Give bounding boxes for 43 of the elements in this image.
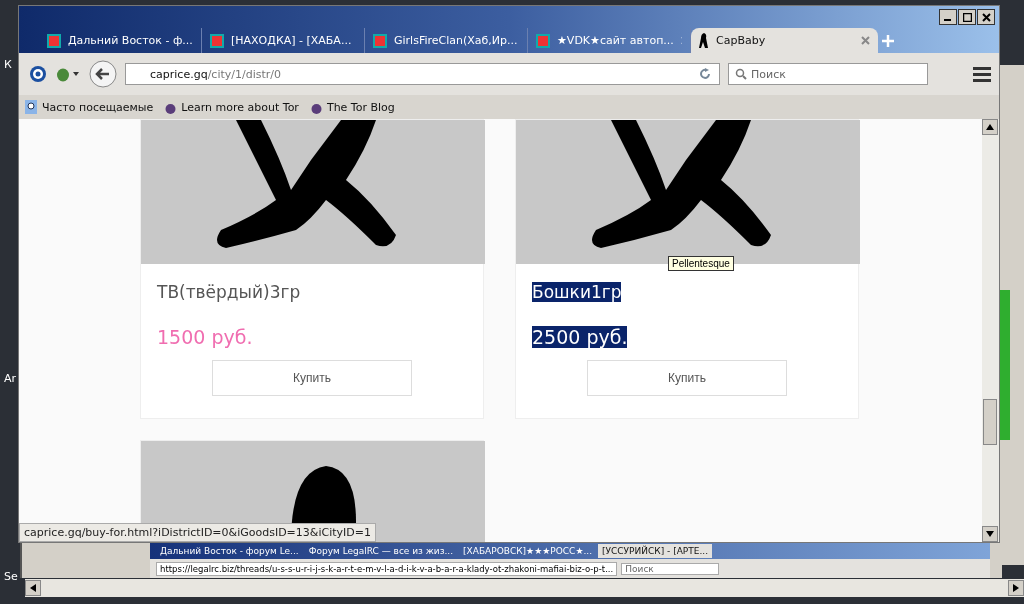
- product-name: Бошки1гр: [532, 282, 622, 302]
- minimize-button[interactable]: [939, 9, 957, 25]
- browser-tab[interactable]: Дальний Восток - форум Le...: [156, 544, 303, 558]
- bookmark-link[interactable]: The Tor Blog: [310, 100, 395, 114]
- browser-tab[interactable]: [ХАБАРОВСК]★★★РОСС★...: [459, 544, 597, 558]
- desktop-label: Se: [4, 570, 18, 583]
- maximize-button[interactable]: [958, 9, 976, 25]
- maximize-icon[interactable]: [962, 12, 972, 22]
- buy-button[interactable]: Купить: [587, 360, 787, 396]
- tooltip: Pellentesque: [668, 256, 734, 271]
- right-arrow-icon[interactable]: [1013, 584, 1019, 592]
- favicon-icon: [210, 33, 224, 48]
- figure-icon: [699, 32, 709, 49]
- browser-tab[interactable]: Форум LegalRC — все из жиз...: [304, 544, 458, 558]
- desktop-label: К: [4, 58, 12, 71]
- address-field[interactable]: https://legalrc.biz/threads/u-s-s-u-r-i-j-s-k-a-r-t-e-m-v-l-a-d-i-k-v-a-b-a-r-a-klady-ot-zhakoni-mafiai-biz-o-p-t...: [156, 561, 618, 576]
- search-field[interactable]: Поиск: [728, 63, 928, 85]
- status-link-text: caprice.gq/buy-for.html?iDistrictID=0&iGoodsID=13&iCityID=1: [19, 523, 376, 542]
- bookmark-link[interactable]: Learn more about Tor: [165, 100, 299, 114]
- up-arrow-icon[interactable]: [986, 124, 994, 130]
- product-name: ТВ(твёрдый)3гр: [157, 282, 301, 302]
- browser-tab[interactable]: [УССУРИЙСК] - [АРТЕ...: [598, 544, 712, 558]
- close-button[interactable]: [977, 9, 995, 25]
- address-text: caprice.gq/city/1/distr/0: [150, 67, 281, 81]
- desktop-label: Ar: [4, 372, 17, 385]
- browser-tab[interactable]: CapBaby: [691, 28, 878, 53]
- scroll-thumb[interactable]: [983, 399, 997, 445]
- search-field[interactable]: Поиск: [621, 562, 720, 575]
- back-button[interactable]: [89, 60, 117, 88]
- down-arrow-icon[interactable]: [986, 531, 994, 537]
- address-field[interactable]: caprice.gq/city/1/distr/0: [125, 63, 720, 85]
- favicon-icon: [373, 33, 387, 48]
- magnifier-page-icon: [25, 100, 37, 114]
- bookmark-link[interactable]: Часто посещаемые: [25, 100, 154, 114]
- product-price: 2500 руб.: [532, 326, 628, 348]
- product-price: 1500 руб.: [157, 326, 253, 348]
- left-arrow-icon[interactable]: [30, 584, 36, 592]
- reload-icon[interactable]: [699, 68, 711, 80]
- search-icon: [735, 68, 747, 80]
- favicon-icon: [47, 33, 61, 48]
- favicon-icon: [536, 33, 550, 48]
- menu-icon[interactable]: [973, 66, 991, 82]
- buy-button[interactable]: Купить: [212, 360, 412, 396]
